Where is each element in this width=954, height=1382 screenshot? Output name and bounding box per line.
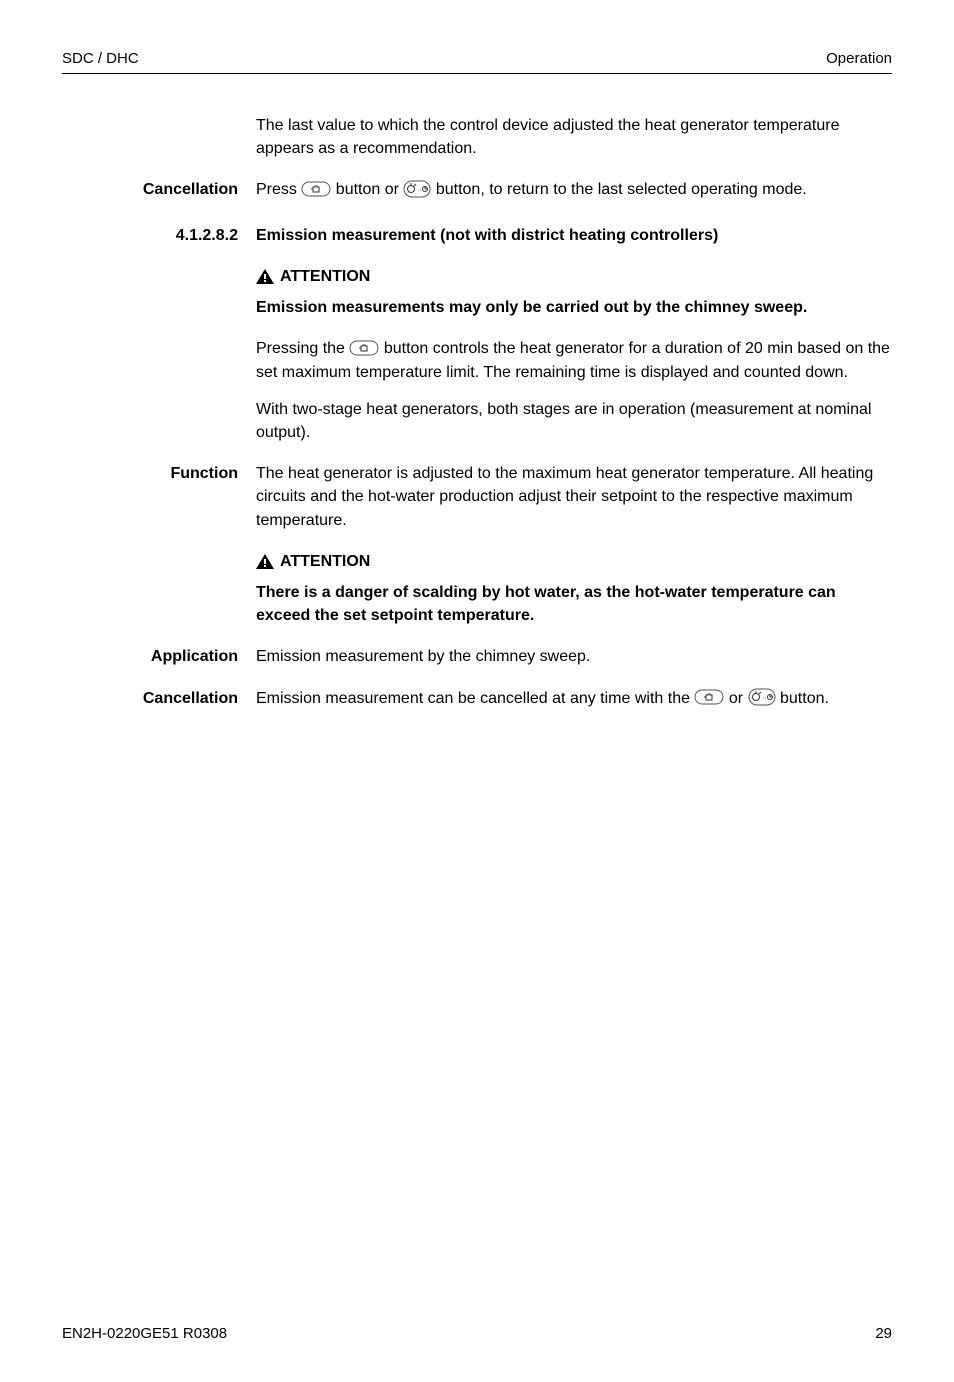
cancellation2-label: Cancellation [68,687,256,710]
function-row: Function The heat generator is adjusted … [68,462,892,532]
text-fragment: Pressing the [256,340,349,357]
text-fragment: or [724,690,747,707]
empty-label [68,550,256,628]
empty-label [68,114,256,160]
mode-dial-icon: ··· [748,686,776,709]
cancellation1-row: Cancellation Press button or ··· button,… [68,178,892,201]
attention1-body: ATTENTION Emission measurements may only… [256,265,892,319]
page-footer: EN2H-0220GE51 R0308 29 [62,1325,892,1342]
section-number: 4.1.2.8.2 [68,224,256,247]
text-fragment: button or [331,181,403,198]
text-fragment: Press [256,181,301,198]
emission-p2: With two-stage heat generators, both sta… [256,398,892,444]
warning-triangle-icon [256,269,274,284]
cancellation2-row: Cancellation Emission measurement can be… [68,687,892,710]
application-body: Emission measurement by the chimney swee… [256,645,892,668]
function-label: Function [68,462,256,532]
emission-body: Pressing the button controls the heat ge… [256,337,892,444]
text-fragment: button. [776,690,829,707]
application-text: Emission measurement by the chimney swee… [256,645,892,668]
page: SDC / DHC Operation The last value to wh… [0,0,954,1382]
cancellation2-paragraph: Emission measurement can be cancelled at… [256,687,892,710]
text-fragment: Emission measurement can be cancelled at… [256,690,694,707]
footer-page-number: 29 [875,1325,892,1342]
attention1-row: ATTENTION Emission measurements may only… [68,265,892,319]
intro-row: The last value to which the control devi… [68,114,892,160]
application-row: Application Emission measurement by the … [68,645,892,668]
section-title: Emission measurement (not with district … [256,224,892,247]
application-label: Application [68,645,256,668]
empty-label [68,337,256,444]
emission-body-row: Pressing the button controls the heat ge… [68,337,892,444]
attention-label: ATTENTION [280,265,370,288]
header-left: SDC / DHC [62,50,139,67]
attention2-body: ATTENTION There is a danger of scalding … [256,550,892,628]
content: The last value to which the control devi… [62,114,892,710]
function-text: The heat generator is adjusted to the ma… [256,462,892,532]
warning-triangle-icon [256,554,274,569]
section-heading-row: 4.1.2.8.2 Emission measurement (not with… [68,224,892,247]
cancellation2-body: Emission measurement can be cancelled at… [256,687,892,710]
page-header: SDC / DHC Operation [62,50,892,73]
cancellation-label: Cancellation [68,178,256,201]
intro-body: The last value to which the control devi… [256,114,892,160]
attention-heading: ATTENTION [256,265,892,288]
attention1-text: Emission measurements may only be carrie… [256,296,892,319]
mode-dial-icon: ··· [403,178,431,201]
hand-button-icon [694,686,724,709]
attention-heading: ATTENTION [256,550,892,573]
header-right: Operation [826,50,892,67]
header-rule [62,73,892,74]
footer-left: EN2H-0220GE51 R0308 [62,1325,227,1342]
attention-label: ATTENTION [280,550,370,573]
emission-p1: Pressing the button controls the heat ge… [256,337,892,384]
attention2-text: There is a danger of scalding by hot wat… [256,581,892,627]
cancellation1-body: Press button or ··· button, to return to… [256,178,892,201]
function-body: The heat generator is adjusted to the ma… [256,462,892,532]
empty-label [68,265,256,319]
text-fragment: button, to return to the last selected o… [431,181,806,198]
attention2-row: ATTENTION There is a danger of scalding … [68,550,892,628]
hand-button-icon [301,178,331,201]
intro-paragraph: The last value to which the control devi… [256,114,892,160]
hand-button-icon [349,336,379,359]
cancellation1-paragraph: Press button or ··· button, to return to… [256,178,892,201]
